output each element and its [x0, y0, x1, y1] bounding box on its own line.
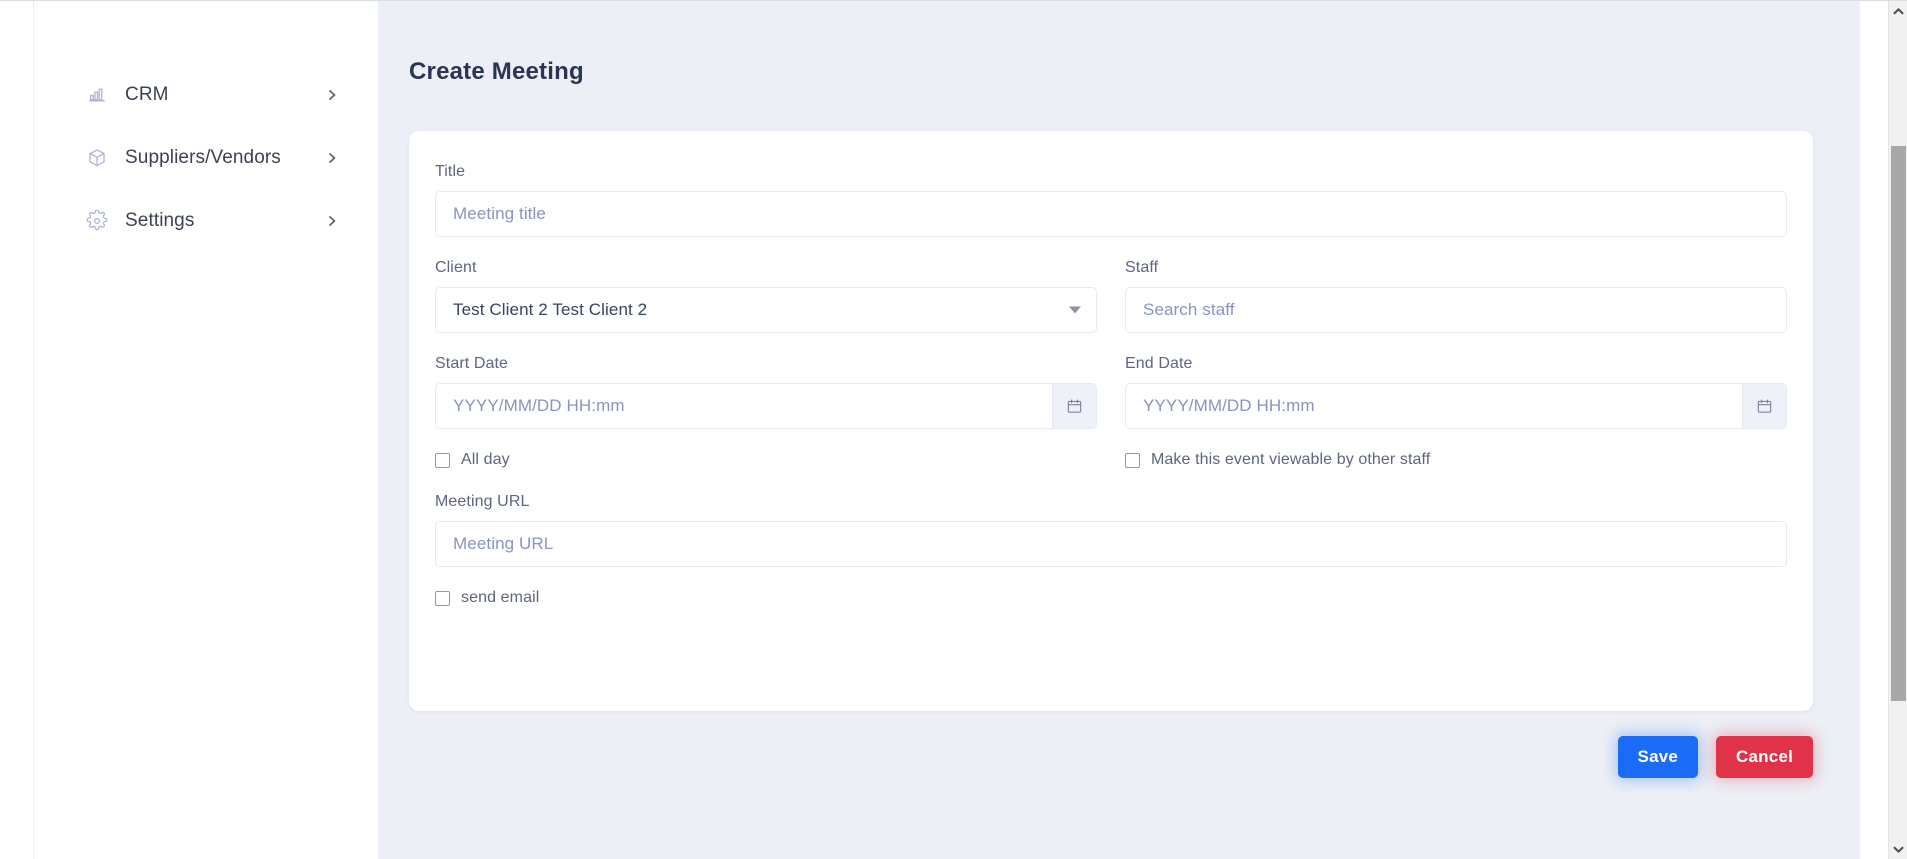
- meeting-url-field-group: Meeting URL: [435, 493, 1787, 567]
- end-date-field-group: End Date: [1125, 355, 1787, 429]
- form-row-meeting-url: Meeting URL: [435, 493, 1787, 567]
- start-date-wrapper: [435, 383, 1097, 429]
- app-window: CRM Suppliers/Vendors Settings Create Me…: [0, 0, 1907, 859]
- start-date-input[interactable]: [436, 384, 1052, 428]
- staff-field-group: Staff: [1125, 259, 1787, 333]
- end-date-label: End Date: [1125, 355, 1193, 372]
- page-title: Create Meeting: [409, 58, 584, 85]
- client-field-group: Client Test Client 2 Test Client 2: [435, 259, 1097, 333]
- scrollbar-thumb[interactable]: [1891, 146, 1906, 701]
- start-date-label: Start Date: [435, 355, 509, 372]
- chevron-up-icon[interactable]: [1889, 2, 1907, 21]
- send-email-checkbox-label: send email: [461, 589, 540, 606]
- chevron-down-icon[interactable]: [1889, 840, 1907, 859]
- main-content: Create Meeting Title Client Test Client …: [378, 1, 1860, 859]
- calendar-icon[interactable]: [1742, 384, 1786, 428]
- chevron-right-icon: [326, 89, 338, 101]
- sidebar-item-suppliers-vendors[interactable]: Suppliers/Vendors: [86, 136, 338, 180]
- chevron-right-icon: [326, 215, 338, 227]
- chevron-right-icon: [326, 152, 338, 164]
- form-row-dates: Start Date En: [435, 355, 1787, 429]
- send-email-checkbox[interactable]: send email: [435, 587, 1787, 609]
- client-select-value: Test Client 2 Test Client 2: [453, 300, 648, 319]
- viewable-by-staff-checkbox-label: Make this event viewable by other staff: [1151, 451, 1431, 468]
- viewable-col: Make this event viewable by other staff: [1125, 449, 1787, 471]
- title-input[interactable]: [435, 191, 1787, 237]
- form-actions: Save Cancel: [409, 736, 1813, 778]
- sidebar-item-crm[interactable]: CRM: [86, 73, 338, 117]
- form-row-checkboxes: All day Make this event viewable by othe…: [435, 449, 1787, 471]
- end-date-input[interactable]: [1126, 384, 1742, 428]
- sidebar: CRM Suppliers/Vendors Settings: [34, 1, 378, 859]
- viewable-by-staff-checkbox[interactable]: Make this event viewable by other staff: [1125, 449, 1787, 471]
- checkbox-box: [435, 452, 450, 468]
- client-select-wrapper: Test Client 2 Test Client 2: [435, 287, 1097, 333]
- create-meeting-form-card: Title Client Test Client 2 Test Client 2: [409, 131, 1813, 711]
- bar-chart-icon: [86, 84, 108, 106]
- checkbox-box: [435, 590, 450, 606]
- sidebar-item-label: Settings: [125, 210, 195, 231]
- checkbox-box: [1125, 452, 1140, 468]
- form-row-title: Title: [435, 163, 1787, 237]
- form-row-client-staff: Client Test Client 2 Test Client 2 Staff: [435, 259, 1787, 333]
- staff-label: Staff: [1125, 259, 1159, 276]
- client-select[interactable]: Test Client 2 Test Client 2: [435, 287, 1097, 333]
- meeting-url-label: Meeting URL: [435, 493, 530, 510]
- staff-search-input[interactable]: [1125, 287, 1787, 333]
- title-label: Title: [435, 163, 466, 180]
- sidebar-item-label: Suppliers/Vendors: [125, 147, 281, 168]
- meeting-url-input[interactable]: [435, 521, 1787, 567]
- sidebar-item-settings[interactable]: Settings: [86, 199, 338, 243]
- all-day-checkbox-label: All day: [461, 451, 510, 468]
- all-day-checkbox[interactable]: All day: [435, 449, 1097, 471]
- all-day-col: All day: [435, 449, 1097, 471]
- package-icon: [86, 147, 108, 169]
- save-button[interactable]: Save: [1617, 736, 1699, 778]
- end-date-wrapper: [1125, 383, 1787, 429]
- client-label: Client: [435, 259, 477, 276]
- calendar-icon[interactable]: [1052, 384, 1096, 428]
- vertical-scrollbar[interactable]: [1888, 1, 1907, 859]
- gear-icon: [86, 210, 108, 232]
- sidebar-item-label: CRM: [125, 84, 169, 105]
- start-date-field-group: Start Date: [435, 355, 1097, 429]
- title-field-group: Title: [435, 163, 1787, 237]
- cancel-button[interactable]: Cancel: [1716, 736, 1813, 778]
